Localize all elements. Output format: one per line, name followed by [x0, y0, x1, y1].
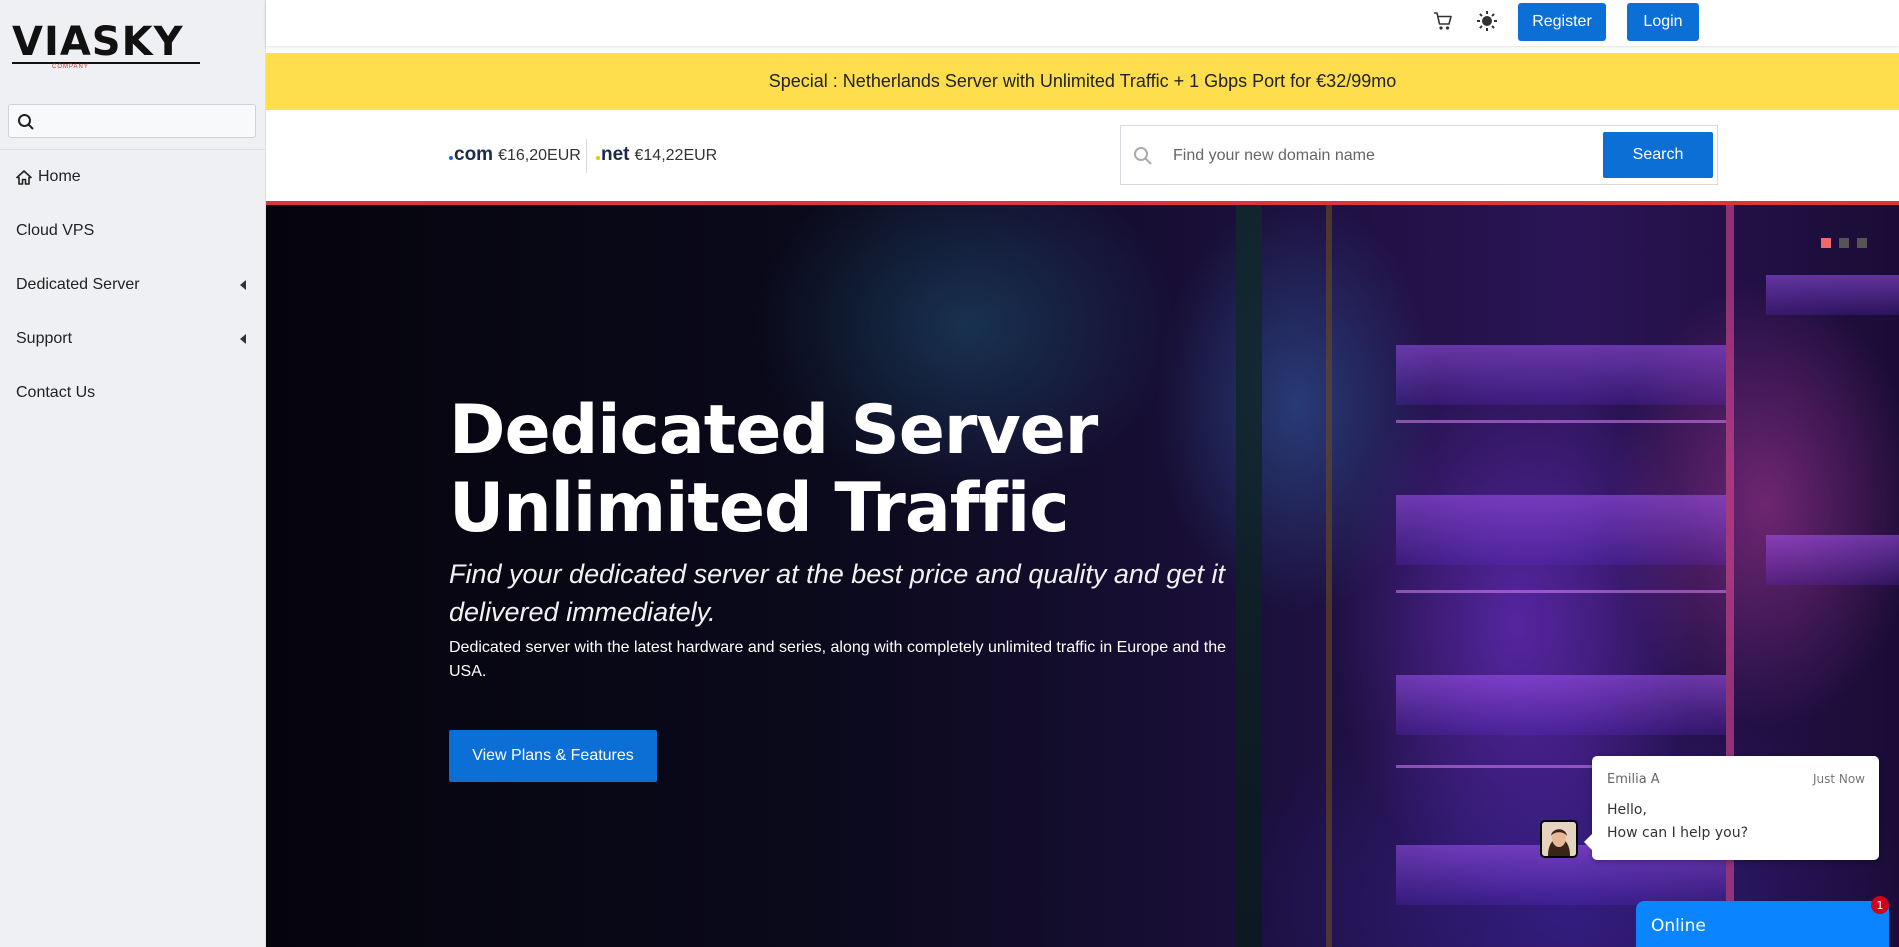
- domain-search-box: Search: [1120, 125, 1718, 185]
- promo-banner[interactable]: Special : Netherlands Server with Unlimi…: [266, 53, 1899, 110]
- viasky-logo[interactable]: VIASKY COMPANY: [12, 20, 202, 70]
- sidebar-item-home[interactable]: Home: [0, 150, 266, 204]
- sidebar-item-label: Support: [16, 330, 73, 347]
- register-button[interactable]: Register: [1518, 3, 1606, 41]
- chat-unread-badge: 1: [1871, 896, 1889, 914]
- sidebar-search-input[interactable]: [41, 109, 250, 135]
- tld-price-com: com €16,20EUR: [449, 144, 581, 168]
- chat-message-line: Hello,: [1607, 802, 1647, 818]
- hero-description: Dedicated server with the latest hardwar…: [449, 639, 1227, 680]
- chat-agent-name: Emilia A: [1607, 772, 1660, 787]
- sidebar-item-label: Home: [38, 168, 81, 185]
- hero-title-line: Dedicated Server: [449, 391, 1098, 470]
- tld-name: com: [454, 144, 494, 165]
- sidebar-item-contact-us[interactable]: Contact Us: [0, 366, 266, 420]
- chat-status-label: Online: [1651, 916, 1706, 936]
- sidebar-item-label: Dedicated Server: [16, 276, 140, 293]
- rack-panel: [1766, 535, 1899, 585]
- sidebar-nav: Home Cloud VPS Dedicated Server Support …: [0, 150, 266, 420]
- view-plans-button[interactable]: View Plans & Features: [449, 730, 657, 782]
- domain-search-row: com €16,20EUR net €14,22EUR Search: [266, 110, 1899, 201]
- logo-text: VIASKY: [12, 19, 184, 65]
- slide-indicator-3[interactable]: [1857, 238, 1867, 248]
- sidebar-item-support[interactable]: Support: [0, 312, 266, 366]
- chat-message-line: How can I help you?: [1607, 825, 1749, 841]
- rack-light: [1396, 590, 1726, 593]
- tld-name: net: [601, 144, 630, 165]
- domain-search-input[interactable]: [1171, 142, 1575, 170]
- domain-search-button[interactable]: Search: [1603, 132, 1713, 178]
- cart-icon[interactable]: [1432, 10, 1454, 37]
- caret-left-icon: [240, 280, 246, 290]
- rack-pole: [1326, 205, 1332, 947]
- rack-panel: [1396, 675, 1726, 735]
- chat-agent-avatar[interactable]: [1540, 820, 1578, 858]
- chat-online-tab[interactable]: Online: [1636, 901, 1889, 947]
- chat-timestamp: Just Now: [1812, 772, 1865, 786]
- slide-indicator-1[interactable]: [1821, 238, 1831, 248]
- sidebar-item-label: Cloud VPS: [16, 222, 95, 239]
- theme-toggle-icon[interactable]: [1476, 10, 1498, 37]
- promo-text: Special : Netherlands Server with Unlimi…: [768, 71, 1397, 91]
- tld-dot: [449, 156, 453, 160]
- search-icon: [18, 114, 34, 130]
- sidebar-item-label: Contact Us: [16, 384, 96, 401]
- rack-panel: [1766, 275, 1899, 315]
- sidebar-search: [8, 104, 256, 138]
- rack-light: [1396, 420, 1726, 423]
- chat-message-bubble[interactable]: Emilia A Just Now Hello, How can I help …: [1584, 756, 1879, 860]
- tld-price: €14,22EUR: [634, 147, 718, 164]
- hero-title: Dedicated Server Unlimited Traffic: [449, 392, 1209, 548]
- tld-price-net: net €14,22EUR: [596, 144, 717, 168]
- logo-subtext: COMPANY: [52, 64, 89, 70]
- slide-indicator-2[interactable]: [1839, 238, 1849, 248]
- rack-panel: [1396, 495, 1726, 565]
- caret-left-icon: [240, 334, 246, 344]
- logo-underline: [12, 62, 200, 64]
- hero-title-line: Unlimited Traffic: [449, 469, 1070, 548]
- sidebar-item-dedicated-server[interactable]: Dedicated Server: [0, 258, 266, 312]
- sidebar: VIASKY COMPANY Home Cloud VPS Dedicated …: [0, 0, 266, 947]
- tld-price: €16,20EUR: [498, 147, 581, 164]
- rack-panel: [1396, 345, 1726, 405]
- hero-subtitle: Find your dedicated server at the best p…: [449, 559, 1225, 627]
- top-header: Register Login: [266, 0, 1899, 46]
- tld-separator: [586, 139, 587, 173]
- sidebar-item-cloud-vps[interactable]: Cloud VPS: [0, 204, 266, 258]
- home-icon: [16, 169, 32, 185]
- search-icon: [1134, 147, 1152, 165]
- login-button[interactable]: Login: [1627, 3, 1699, 41]
- tld-dot: [596, 156, 600, 160]
